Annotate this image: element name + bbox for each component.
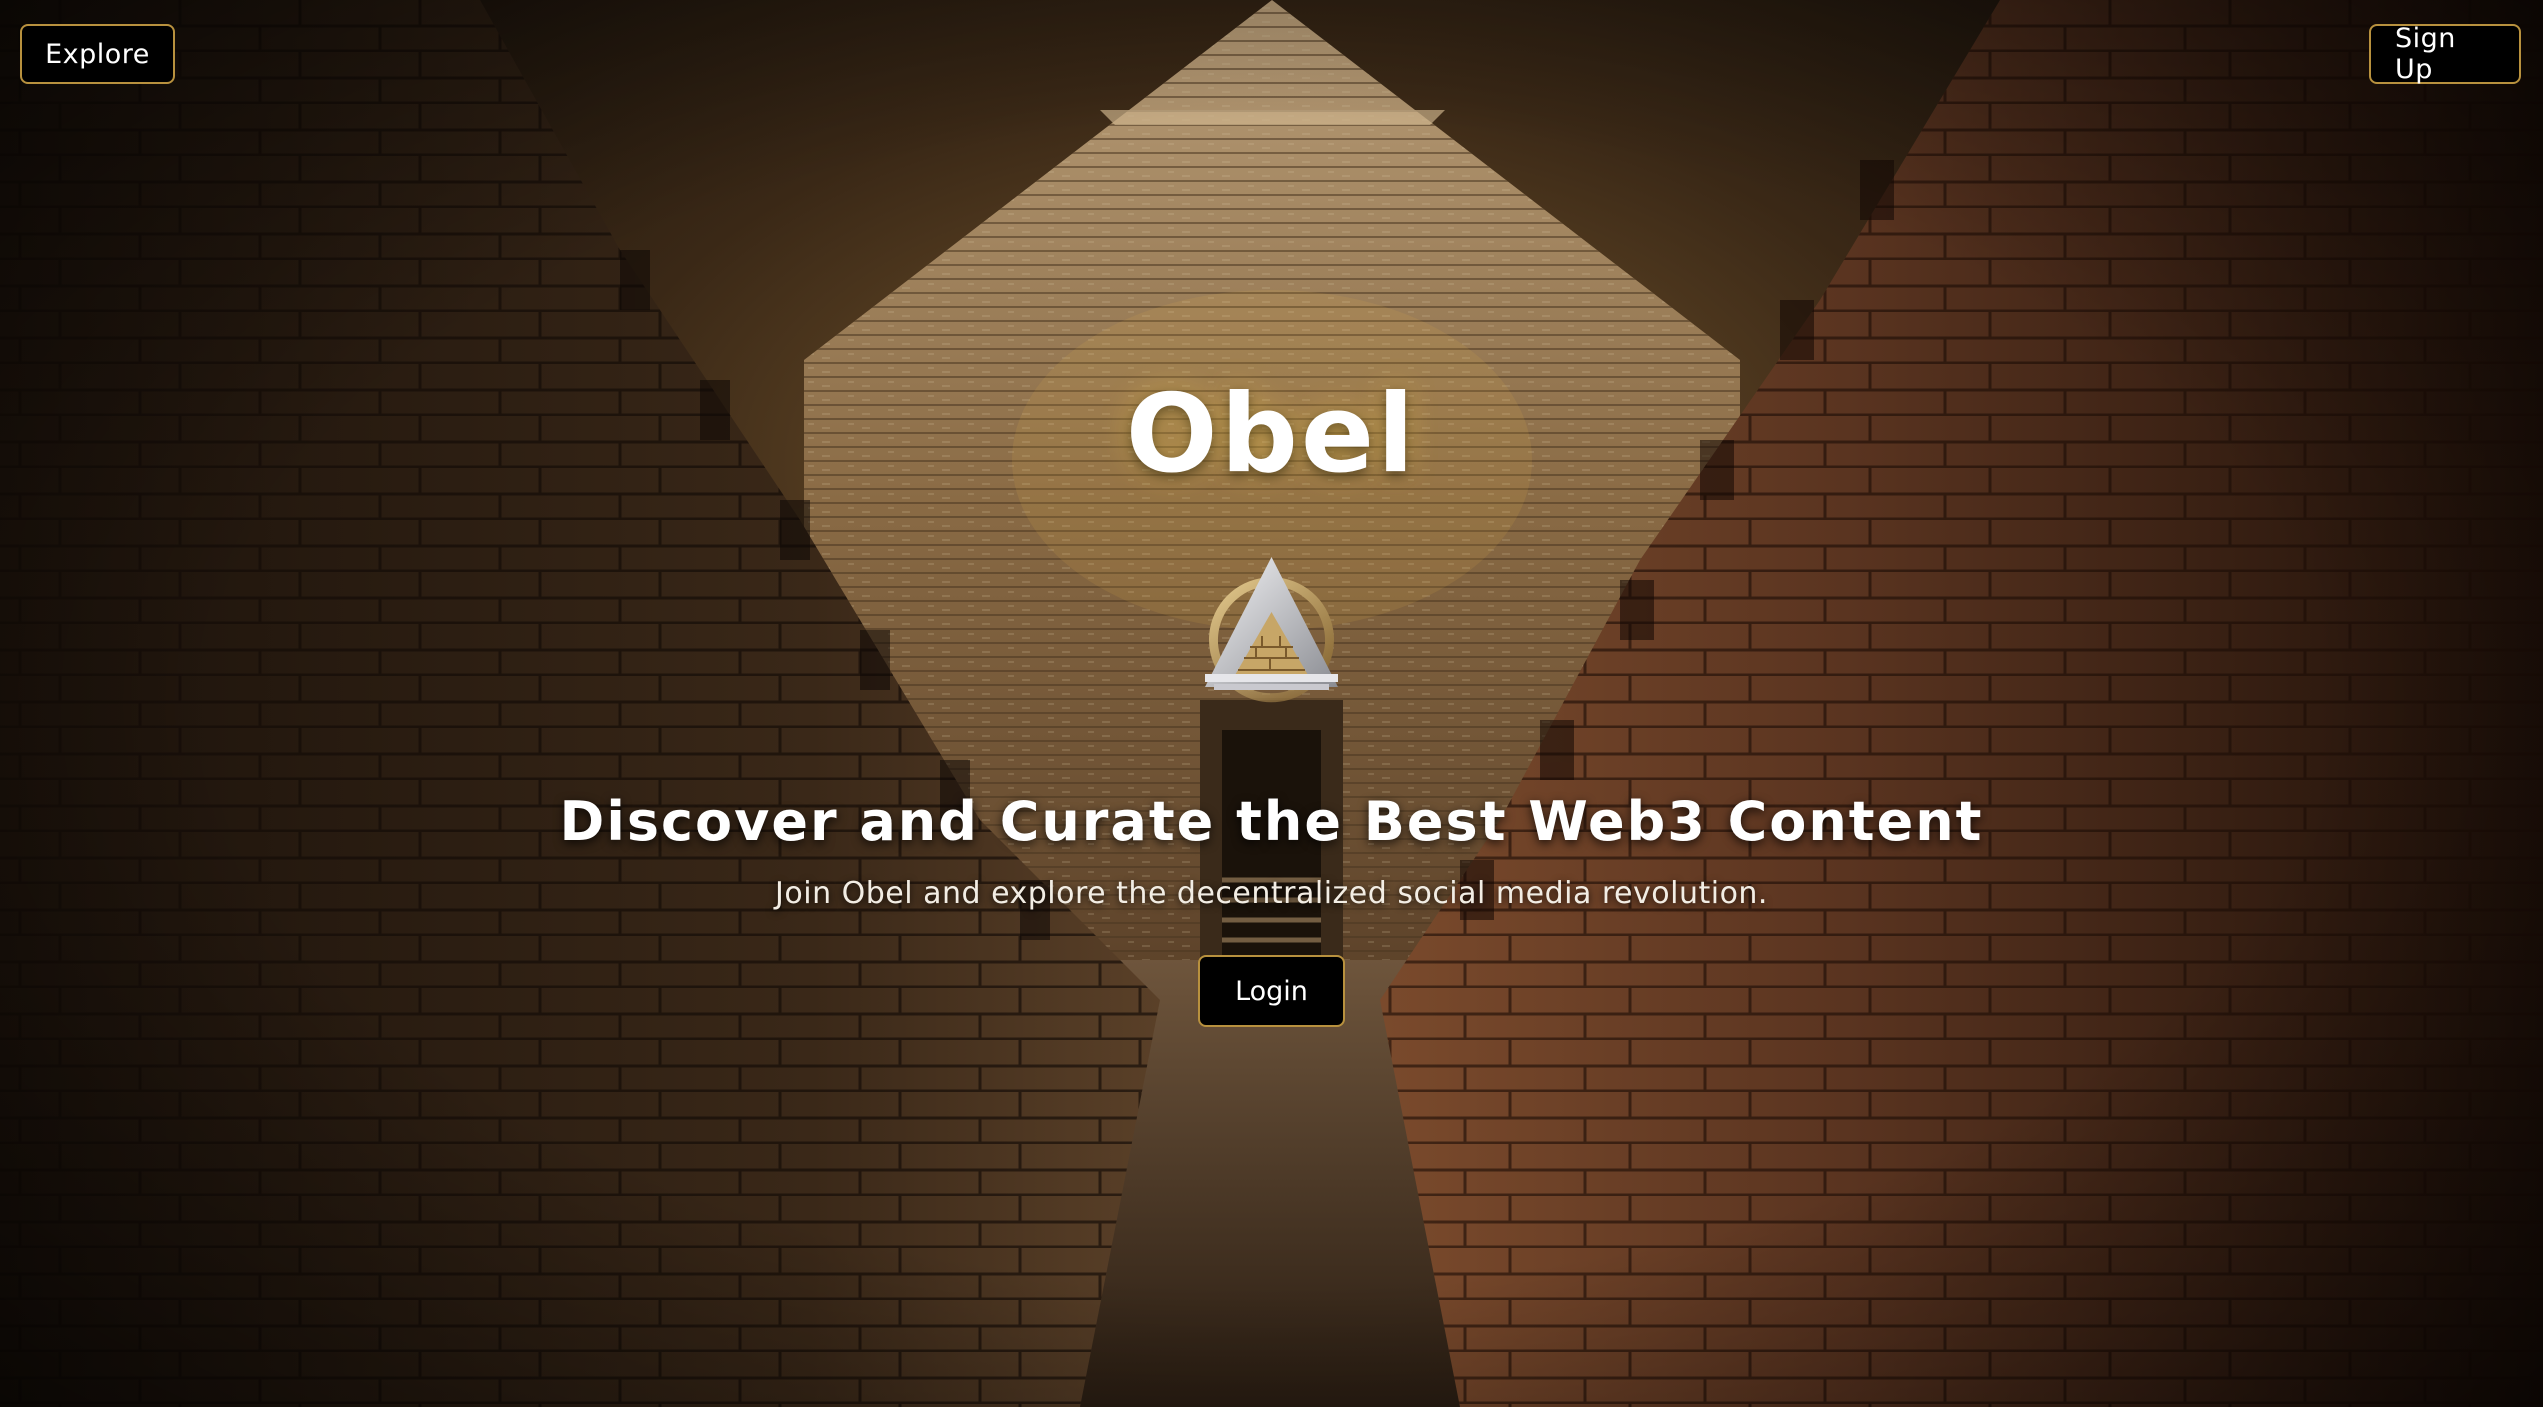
login-button[interactable]: Login: [1198, 955, 1345, 1027]
hero-title: Obel: [1125, 372, 1418, 497]
sign-up-button[interactable]: Sign Up: [2369, 23, 2521, 85]
landing-page: Explore Sign Up Obel Discover and Curate…: [0, 0, 2543, 1407]
hero-subheadline: Join Obel and explore the decentralized …: [775, 876, 1768, 911]
pyramid-logo-icon: [1205, 557, 1338, 703]
hero-headline: Discover and Curate the Best Web3 Conten…: [559, 790, 1984, 853]
explore-button[interactable]: Explore: [20, 24, 175, 84]
